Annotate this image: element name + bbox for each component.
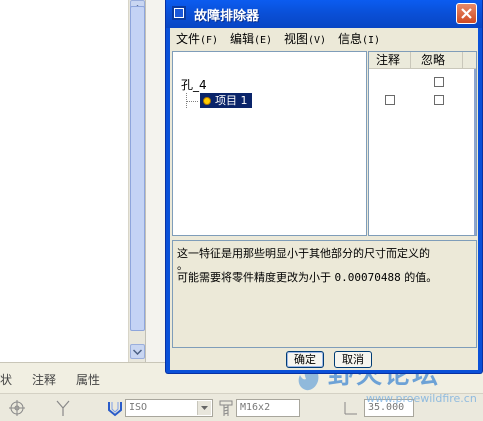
precision-value: 0.00070488 <box>334 271 401 284</box>
menu-info[interactable]: 信息(I) <box>338 30 380 47</box>
message-line-3-text: 可能需要将零件精度更改为小于 <box>177 271 335 284</box>
notes-checkbox-item[interactable] <box>385 95 395 105</box>
column-header-ignore[interactable]: 忽略 <box>411 52 463 69</box>
message-line-3-suffix: 的值。 <box>400 271 438 284</box>
menu-edit-label: 编辑 <box>230 32 255 46</box>
troubleshooter-dialog: 故障排除器 文件(F) 编辑(E) 视图(V) 信息(I) 孔_4 项目 1 注… <box>165 0 483 374</box>
message-line-1: 这一特征是用那些明显小于其他部分的尺寸而定义的 <box>177 247 430 260</box>
background-document-area <box>0 0 128 362</box>
cancel-button[interactable]: 取消 <box>334 351 372 368</box>
menu-info-label: 信息 <box>338 32 363 46</box>
window-icon <box>172 6 186 20</box>
menu-file[interactable]: 文件(F) <box>176 30 218 47</box>
menu-file-label: 文件 <box>176 32 201 46</box>
standard-combo[interactable]: ISO <box>125 399 213 417</box>
tree-connector <box>186 101 198 102</box>
menu-info-accel: (I) <box>362 35 381 46</box>
ignore-checkbox-root[interactable] <box>434 77 444 87</box>
close-button[interactable] <box>456 3 477 24</box>
menu-edit[interactable]: 编辑(E) <box>230 30 272 47</box>
scroll-down-button[interactable] <box>130 344 145 359</box>
background-panel <box>145 0 167 362</box>
menu-view-label: 视图 <box>284 32 309 46</box>
ignore-checkbox-item[interactable] <box>434 95 444 105</box>
y-split-icon[interactable] <box>52 397 74 419</box>
column-header-row: 注释 忽略 <box>369 52 476 69</box>
message-line-3: 可能需要将零件精度更改为小于 0.00070488 的值。 <box>177 269 437 285</box>
tree-item-selected[interactable]: 项目 1 <box>200 93 252 108</box>
menu-view[interactable]: 视图(V) <box>284 30 326 47</box>
problem-tree[interactable]: 孔_4 项目 1 <box>172 51 367 236</box>
title-bar[interactable]: 故障排除器 <box>166 0 482 28</box>
menu-file-accel: (F) <box>200 35 219 46</box>
menu-bar: 文件(F) 编辑(E) 视图(V) 信息(I) <box>170 28 478 48</box>
dialog-title: 故障排除器 <box>194 9 260 24</box>
menu-view-accel: (V) <box>308 35 327 46</box>
standard-combo-value: ISO <box>129 402 148 413</box>
scroll-thumb[interactable] <box>130 6 145 331</box>
screw-icon[interactable] <box>215 397 237 419</box>
hole-profile-icon[interactable] <box>104 397 126 419</box>
chevron-down-icon <box>133 348 142 355</box>
dropdown-arrow-icon[interactable] <box>197 401 211 415</box>
tree-root-node[interactable]: 孔_4 <box>181 76 207 93</box>
tab-shape[interactable]: 状 <box>0 371 12 388</box>
pane-edge <box>474 69 476 235</box>
warning-dot-icon <box>203 96 211 105</box>
target-icon[interactable] <box>6 397 28 419</box>
close-icon <box>461 8 472 19</box>
background-vertical-scrollbar[interactable] <box>128 0 145 362</box>
message-panel: 这一特征是用那些明显小于其他部分的尺寸而定义的 。 可能需要将零件精度更改为小于… <box>172 240 477 348</box>
menu-edit-accel: (E) <box>254 35 273 46</box>
tree-item-label: 项目 1 <box>215 94 248 107</box>
status-columns: 注释 忽略 <box>368 51 477 236</box>
column-header-notes[interactable]: 注释 <box>369 52 411 69</box>
dialog-client-area: 文件(F) 编辑(E) 视图(V) 信息(I) 孔_4 项目 1 注释 忽略 这… <box>170 28 478 370</box>
tab-properties[interactable]: 属性 <box>76 371 100 388</box>
tab-notes[interactable]: 注释 <box>32 371 56 388</box>
size-combo-value: M16x2 <box>240 402 271 413</box>
ok-button[interactable]: 确定 <box>286 351 324 368</box>
watermark-url: www.proewildfire.cn <box>366 392 477 405</box>
